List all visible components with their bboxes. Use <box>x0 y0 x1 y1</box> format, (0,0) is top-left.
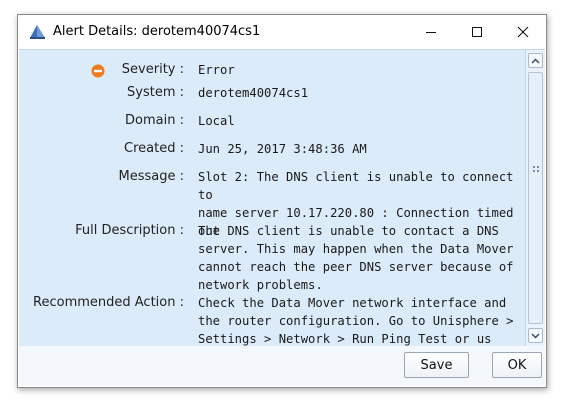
minimize-button[interactable] <box>408 15 454 49</box>
maximize-icon <box>472 27 482 37</box>
recommended-action-value: Check the Data Mover network interface a… <box>198 294 516 346</box>
action-line: the router configuration. Go to Unispher… <box>198 314 514 328</box>
ok-button[interactable]: OK <box>492 352 542 378</box>
scroll-down-button[interactable] <box>528 328 543 343</box>
created-value: Jun 25, 2017 3:48:36 AM <box>198 142 367 156</box>
severity-error-icon <box>91 63 105 78</box>
domain-value: Local <box>198 114 235 128</box>
title-bar[interactable]: Alert Details: derotem40074cs1 <box>18 15 546 49</box>
created-label: Created : <box>124 141 184 156</box>
message-line: name server 10.17.220.80 : Connection ti… <box>198 206 514 220</box>
details-panel: Severity : Error System : derotem40074cs… <box>19 49 545 346</box>
message-line: Slot 2: The DNS client is unable to conn… <box>198 170 514 202</box>
close-button[interactable] <box>500 15 546 49</box>
save-button[interactable]: Save <box>404 352 469 378</box>
description-line: The DNS client is unable to contact a DN… <box>198 224 499 238</box>
alert-details-dialog: Alert Details: derotem40074cs1 Severity … <box>17 14 547 388</box>
recommended-action-label: Recommended Action : <box>33 295 184 310</box>
system-value: derotem40074cs1 <box>198 86 309 100</box>
severity-value: Error <box>198 63 235 77</box>
close-icon <box>517 26 529 38</box>
chevron-up-icon <box>531 57 540 64</box>
action-line: Check the Data Mover network interface a… <box>198 296 507 310</box>
scroll-up-button[interactable] <box>528 53 543 68</box>
message-label: Message : <box>118 169 185 184</box>
grip-icon <box>533 166 539 172</box>
chevron-down-icon <box>531 332 540 339</box>
domain-label: Domain : <box>125 113 184 128</box>
severity-label: Severity : <box>121 62 184 77</box>
system-label: System : <box>127 85 184 100</box>
full-description-value: The DNS client is unable to contact a DN… <box>198 222 516 294</box>
maximize-button[interactable] <box>454 15 500 49</box>
window-title: Alert Details: derotem40074cs1 <box>53 24 261 39</box>
vertical-scrollbar[interactable] <box>525 50 545 346</box>
description-line: network problems. <box>198 278 323 292</box>
action-line: Settings > Network > Run Ping Test or us… <box>198 332 492 346</box>
minimize-icon <box>426 32 436 33</box>
alert-details-app-icon <box>29 24 46 39</box>
details-list: Severity : Error System : derotem40074cs… <box>19 50 525 346</box>
description-line: cannot reach the peer DNS server because… <box>198 260 514 274</box>
full-description-label: Full Description : <box>75 223 184 238</box>
scroll-thumb[interactable] <box>528 72 543 324</box>
dialog-footer: Save OK <box>19 346 545 386</box>
description-line: server. This may happen when the Data Mo… <box>198 242 514 256</box>
